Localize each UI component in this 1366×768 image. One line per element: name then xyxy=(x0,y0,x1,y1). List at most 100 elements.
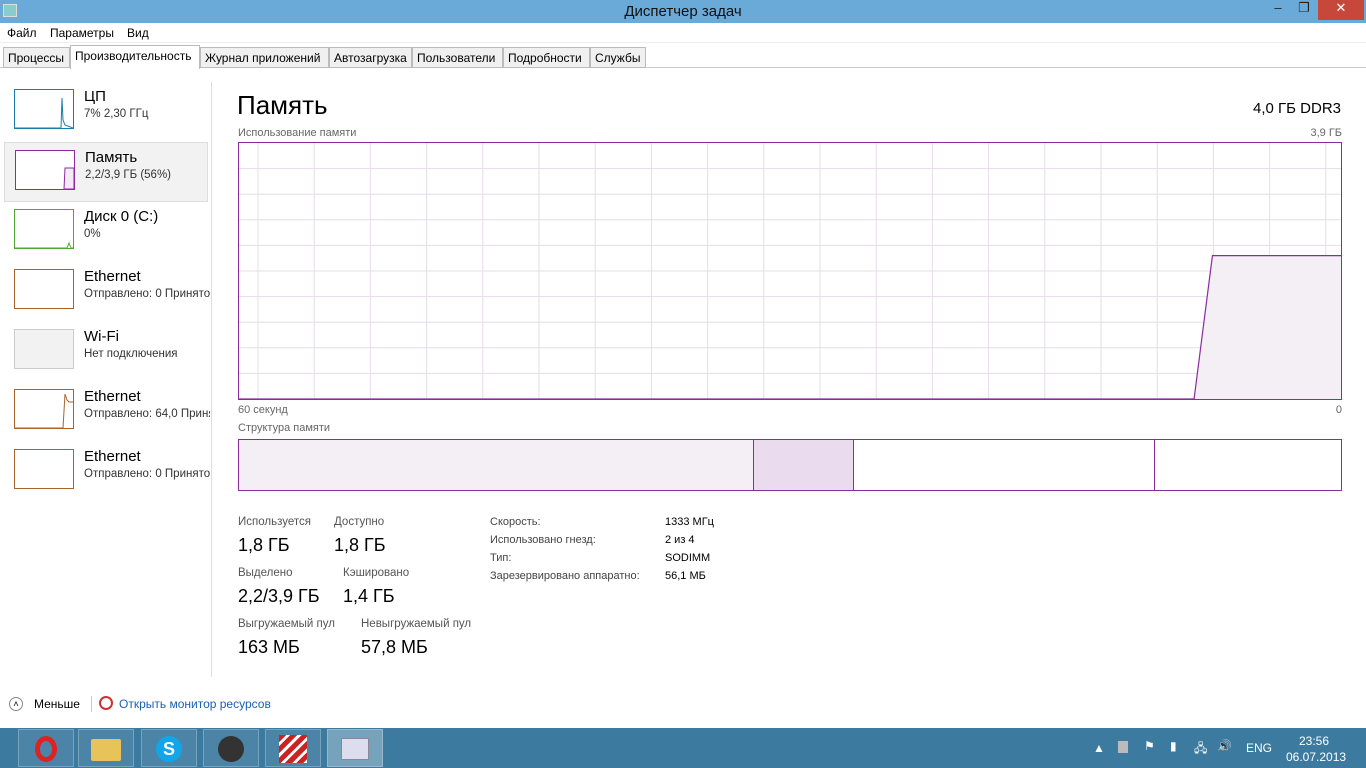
clock-date[interactable]: 06.07.2013 xyxy=(1286,750,1346,764)
ethernet-3-thumbnail-graph xyxy=(14,449,74,489)
sidebar-item-name: Ethernet xyxy=(84,268,141,285)
sidebar-item-name: Диск 0 (C:) xyxy=(84,208,159,225)
close-button[interactable]: ✕ xyxy=(1318,0,1364,20)
memory-thumbnail-graph xyxy=(15,150,75,190)
menu-file[interactable]: Файл xyxy=(7,26,37,40)
resource-monitor-icon xyxy=(99,696,113,710)
resource-sidebar: ЦП 7% 2,30 ГГц Память 2,2/3,9 ГБ (56%) Д… xyxy=(0,82,212,677)
stat-label: Доступно xyxy=(334,516,385,528)
sidebar-item-ethernet-2[interactable]: Ethernet Отправлено: 64,0 Принято: 0 xyxy=(4,382,210,442)
usage-label: Использование памяти xyxy=(238,127,357,139)
task-manager-taskbar-button[interactable] xyxy=(327,729,383,767)
composition-label: Структура памяти xyxy=(238,422,331,434)
tab-details[interactable]: Подробности xyxy=(503,47,590,68)
clock-time[interactable]: 23:56 xyxy=(1299,734,1329,748)
sidebar-item-detail: 0% xyxy=(84,228,101,240)
sidebar-item-detail: Нет подключения xyxy=(84,348,178,360)
sidebar-item-detail: 7% 2,30 ГГц xyxy=(84,108,149,120)
steam-taskbar-button[interactable] xyxy=(203,729,259,767)
tab-performance[interactable]: Производительность xyxy=(70,45,200,69)
show-hidden-icons[interactable]: ▲ xyxy=(1093,741,1105,755)
explorer-taskbar-button[interactable] xyxy=(78,729,134,767)
folder-icon xyxy=(91,739,121,761)
app-taskbar-button[interactable] xyxy=(265,729,321,767)
title-bar: Диспетчер задач – ❐ ✕ xyxy=(0,0,1366,23)
network-icon[interactable]: 🖧 xyxy=(1194,739,1207,760)
skype-icon: S xyxy=(156,736,182,762)
tab-bar: Процессы Производительность Журнал прило… xyxy=(0,45,1366,69)
memory-usage-graph xyxy=(238,142,1342,400)
sidebar-item-wifi[interactable]: Wi-Fi Нет подключения xyxy=(4,322,208,382)
sidebar-item-detail: Отправлено: 0 Принято: 0 xyxy=(84,468,210,480)
ethernet-1-thumbnail-graph xyxy=(14,269,74,309)
sidebar-item-cpu[interactable]: ЦП 7% 2,30 ГГц xyxy=(4,82,208,142)
property-key: Зарезервировано аппаратно: xyxy=(490,570,640,582)
tray-app-icon[interactable] xyxy=(1118,741,1128,753)
stat-value: 163 МБ xyxy=(238,637,300,657)
sidebar-item-memory[interactable]: Память 2,2/3,9 ГБ (56%) xyxy=(4,142,208,202)
volume-icon[interactable]: 🔊 xyxy=(1217,739,1232,753)
sidebar-item-detail: 2,2/3,9 ГБ (56%) xyxy=(85,169,172,181)
property-value: 1333 МГц xyxy=(665,516,714,528)
property-value: SODIMM xyxy=(665,552,711,564)
tab-app-history[interactable]: Журнал приложений xyxy=(200,47,329,68)
ethernet-2-thumbnail-graph xyxy=(14,389,74,429)
composition-in-use[interactable] xyxy=(239,440,755,490)
sidebar-item-name: Ethernet xyxy=(84,388,141,405)
stat-label: Невыгружаемый пул xyxy=(361,618,472,630)
skype-taskbar-button[interactable]: S xyxy=(141,729,197,767)
composition-free[interactable] xyxy=(1154,440,1341,490)
opera-taskbar-button[interactable] xyxy=(18,729,74,767)
time-right-label: 0 xyxy=(1335,404,1342,416)
fewer-details-button[interactable]: Меньше xyxy=(34,697,80,711)
page-title: Память xyxy=(237,90,328,120)
menu-options[interactable]: Параметры xyxy=(50,26,114,40)
stat-label: Используется xyxy=(238,516,311,528)
menu-bar: Файл Параметры Вид xyxy=(0,23,1366,43)
disk-thumbnail-graph xyxy=(14,209,74,249)
striped-app-icon xyxy=(279,735,307,763)
menu-view[interactable]: Вид xyxy=(127,26,149,40)
usage-line xyxy=(239,255,1341,399)
stat-label: Выделено xyxy=(238,567,293,579)
minimize-button[interactable]: – xyxy=(1265,0,1291,20)
footer: ˄ Меньше Открыть монитор ресурсов xyxy=(0,692,1366,716)
sidebar-item-detail: Отправлено: 0 Принято: 0 xyxy=(84,288,210,300)
wifi-thumbnail-graph xyxy=(14,329,74,369)
tab-users[interactable]: Пользователи xyxy=(412,47,503,68)
taskbar: S ▲ ⚑ ▮ 🖧 🔊 ENG 23:56 06.07.2013 xyxy=(0,728,1366,768)
open-resource-monitor-link[interactable]: Открыть монитор ресурсов xyxy=(119,697,271,711)
maximize-button[interactable]: ❐ xyxy=(1291,0,1317,20)
time-left-label: 60 секунд xyxy=(238,404,288,416)
chevron-up-icon[interactable]: ˄ xyxy=(9,697,23,711)
composition-modified[interactable] xyxy=(754,440,855,490)
sidebar-item-name: Память xyxy=(85,149,138,166)
property-key: Использовано гнезд: xyxy=(490,534,596,546)
language-indicator[interactable]: ENG xyxy=(1246,741,1272,755)
usage-max: 3,9 ГБ xyxy=(1310,127,1342,139)
opera-icon xyxy=(35,736,57,762)
sidebar-item-ethernet-3[interactable]: Ethernet Отправлено: 0 Принято: 0 xyxy=(4,442,210,502)
cpu-thumbnail-graph xyxy=(14,89,74,129)
tab-processes[interactable]: Процессы xyxy=(3,47,70,68)
stat-value: 57,8 МБ xyxy=(361,637,428,657)
usage-area xyxy=(239,255,1341,399)
sidebar-item-name: Ethernet xyxy=(84,448,141,465)
task-manager-icon xyxy=(341,738,369,760)
battery-icon[interactable]: ▮ xyxy=(1170,739,1177,753)
stat-value: 1,8 ГБ xyxy=(334,535,386,555)
stat-label: Выгружаемый пул xyxy=(238,618,335,630)
action-center-flag-icon[interactable]: ⚑ xyxy=(1144,739,1155,753)
tab-services[interactable]: Службы xyxy=(590,47,646,68)
sidebar-item-detail: Отправлено: 64,0 Принято: 0 xyxy=(84,408,210,420)
memory-spec: 4,0 ГБ DDR3 xyxy=(1253,100,1341,117)
sidebar-item-ethernet-1[interactable]: Ethernet Отправлено: 0 Принято: 0 xyxy=(4,262,210,322)
sidebar-item-disk[interactable]: Диск 0 (C:) 0% xyxy=(4,202,208,262)
stat-value: 2,2/3,9 ГБ xyxy=(238,586,320,606)
tab-startup[interactable]: Автозагрузка xyxy=(329,47,412,68)
property-value: 56,1 МБ xyxy=(665,570,706,582)
property-key: Тип: xyxy=(490,552,512,564)
composition-standby[interactable] xyxy=(854,440,1155,490)
sidebar-item-name: ЦП xyxy=(84,88,106,105)
stat-label: Кэшировано xyxy=(343,567,410,579)
